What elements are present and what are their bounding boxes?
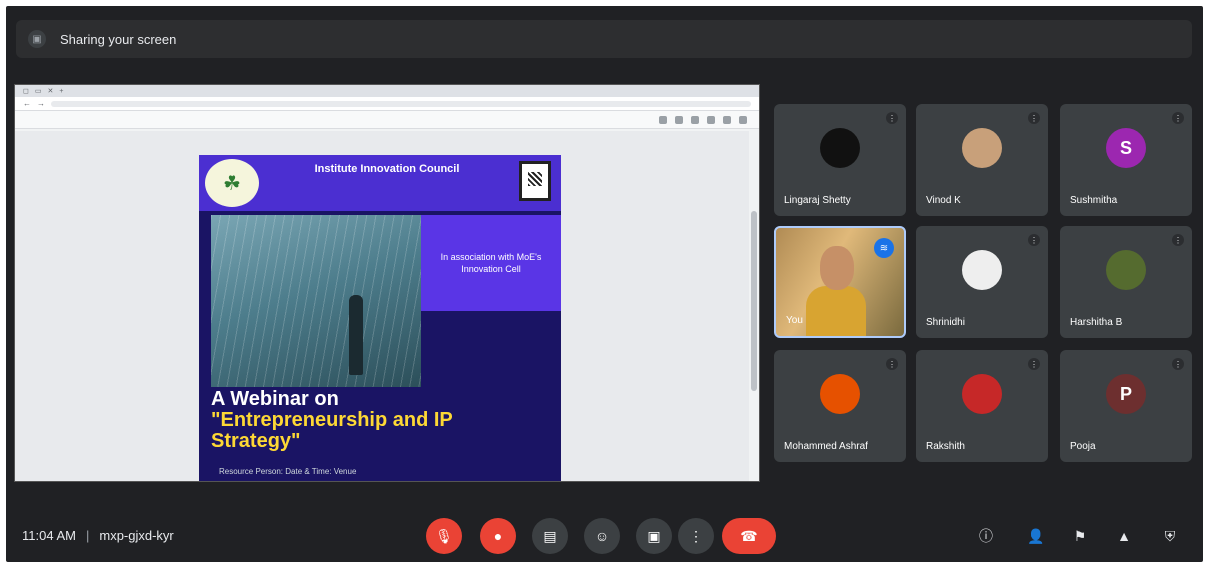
document-scrollbar[interactable]: [749, 131, 759, 481]
speaking-icon: ≋: [874, 238, 894, 258]
mic-muted-icon: ⋮: [1172, 112, 1184, 124]
more-options-button[interactable]: ⋮: [678, 518, 714, 554]
mic-muted-icon: ⋮: [886, 358, 898, 370]
mic-off-button[interactable]: 🎙: [426, 518, 462, 554]
presenting-text: Sharing your screen: [60, 31, 177, 47]
end-call-button[interactable]: ☎: [722, 518, 776, 554]
emoji-button[interactable]: ☺: [584, 518, 620, 554]
info-button[interactable]: ⓘ: [976, 526, 996, 546]
emoji-icon: ☺: [594, 528, 610, 544]
activities-icon: ▲: [1117, 528, 1131, 544]
meeting-code: mxp-gjxd-kyr: [99, 528, 174, 543]
participant-tile[interactable]: S ⋮ Sushmitha: [1060, 104, 1192, 216]
participant-tile[interactable]: ⋮ Harshitha B: [1060, 226, 1192, 338]
browser-tab-strip: ◻ ▭ ✕ +: [15, 85, 759, 97]
avatar: [962, 374, 1002, 414]
participant-tile[interactable]: ⋮ Rakshith: [916, 350, 1048, 462]
webinar-poster: ☘ Institute Innovation Council In associ…: [199, 155, 561, 481]
headline-line-1: A Webinar on: [211, 388, 339, 410]
meet-window: ▣ Sharing your screen ◻ ▭ ✕ + ← → ☘ Institut…: [6, 6, 1203, 562]
more-icon: ⋮: [689, 527, 703, 544]
qr-code: [519, 161, 551, 201]
poster-headline: A Webinar on "Entrepreneurship and IP St…: [211, 389, 541, 452]
info-icon: ⓘ: [979, 528, 993, 544]
host-controls-button[interactable]: ⛨: [1160, 526, 1180, 546]
camera-off-button[interactable]: ●: [480, 518, 516, 554]
avatar: [962, 250, 1002, 290]
captions-button[interactable]: ▤: [532, 518, 568, 554]
participant-name: Lingaraj Shetty: [784, 195, 851, 206]
participant-tile[interactable]: ⋮ Shrinidhi: [916, 226, 1048, 338]
participant-tile[interactable]: ⋮ Mohammed Ashraf: [774, 350, 906, 462]
bottom-bar: 11:04 AM | mxp-gjxd-kyr 🎙 ● ▤ ☺ ▣ ⋮ ☎ ⓘ 👤 …: [6, 506, 1203, 562]
mic-muted-icon: ⋮: [1172, 358, 1184, 370]
mic-muted-icon: ⋮: [1028, 234, 1040, 246]
poster-footer: Resource Person: Date & Time: Venue: [219, 467, 357, 476]
avatar: [1106, 250, 1146, 290]
end-call-icon: ☎: [740, 527, 758, 544]
shared-screen: ◻ ▭ ✕ + ← → ☘ Institute Innovation Council I…: [14, 84, 760, 482]
avatar: [820, 374, 860, 414]
avatar: [820, 128, 860, 168]
mic-muted-icon: ⋮: [1028, 358, 1040, 370]
camera-off-icon: ●: [493, 528, 503, 544]
poster-header-title: Institute Innovation Council: [314, 163, 460, 175]
participant-tile[interactable]: ⋮ Vinod K: [916, 104, 1048, 216]
participant-name: Pooja: [1070, 441, 1096, 452]
mic-off-icon: 🎙: [435, 527, 453, 544]
present-icon: ▣: [647, 527, 661, 544]
mic-muted-icon: ⋮: [886, 112, 898, 124]
poster-photo: [211, 215, 421, 387]
participant-name: You: [786, 315, 803, 326]
people-button[interactable]: 👤: [1026, 526, 1046, 546]
headline-line-2: "Entrepreneurship and IP: [211, 409, 453, 431]
chat-icon: ⚑: [1073, 527, 1087, 544]
participant-name: Shrinidhi: [926, 317, 965, 328]
mic-muted-icon: ⋮: [1028, 112, 1040, 124]
present-button[interactable]: ▣: [636, 518, 672, 554]
participant-name: Rakshith: [926, 441, 965, 452]
poster-side-text: In association with MoE's Innovation Cel…: [421, 215, 561, 311]
meeting-time: 11:04 AM: [22, 528, 76, 543]
participant-tile[interactable]: ≋ You: [774, 226, 906, 338]
activities-button[interactable]: ▲: [1114, 526, 1134, 546]
participant-tile[interactable]: P ⋮ Pooja: [1060, 350, 1192, 462]
meeting-info: 11:04 AM | mxp-gjxd-kyr: [22, 528, 174, 543]
participant-name: Harshitha B: [1070, 317, 1123, 328]
document-toolbar: [15, 111, 759, 129]
institution-logo: ☘: [205, 159, 259, 207]
participant-name: Mohammed Ashraf: [784, 441, 868, 452]
participant-name: Sushmitha: [1070, 195, 1118, 206]
avatar: [962, 128, 1002, 168]
people-icon: 👤: [1027, 527, 1045, 544]
browser-toolbar: ← →: [15, 97, 759, 111]
shield-icon: ⛨: [1164, 527, 1176, 544]
mic-muted-icon: ⋮: [1172, 234, 1184, 246]
participant-tile[interactable]: ⋮ Lingaraj Shetty: [774, 104, 906, 216]
headline-line-3: Strategy": [211, 430, 301, 452]
chat-button[interactable]: ⚑: [1070, 526, 1090, 546]
avatar: P: [1106, 374, 1146, 414]
captions-icon: ▤: [543, 527, 557, 544]
presentation-banner: ▣ Sharing your screen: [16, 20, 1192, 58]
avatar: S: [1106, 128, 1146, 168]
present-screen-icon: ▣: [28, 30, 46, 48]
participant-name: Vinod K: [926, 195, 961, 206]
